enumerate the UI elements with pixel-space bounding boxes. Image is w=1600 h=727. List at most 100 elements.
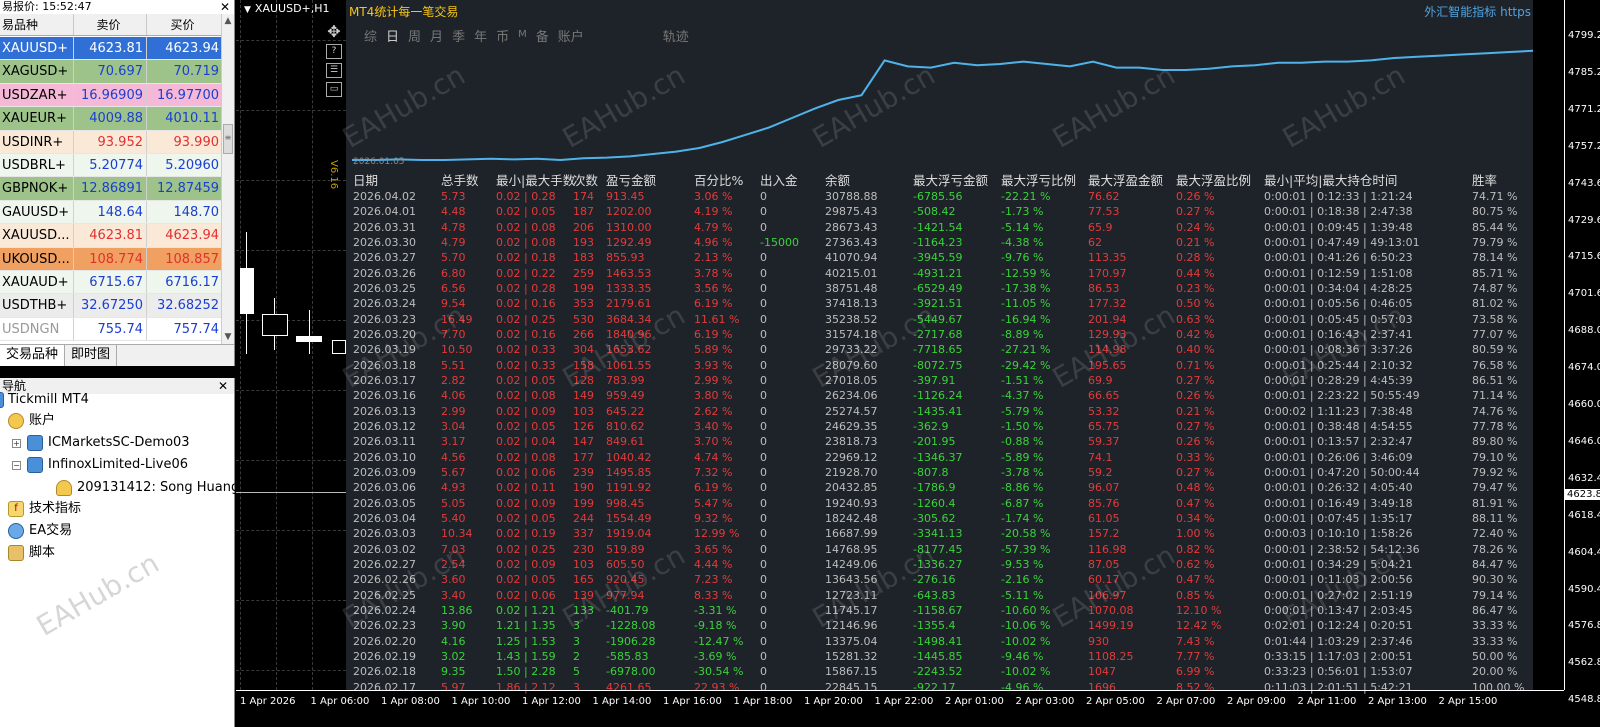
price-axis[interactable]: 4623.8 4799.25 4785.25 4771.25 4757.25 4743.…: [1564, 0, 1600, 705]
quote-bid: 4623.81: [74, 224, 147, 247]
tab-magic[interactable]: M: [518, 26, 527, 45]
nav-scripts[interactable]: 脚本: [8, 543, 55, 563]
price-chart[interactable]: ▼ XAUUSD+,H1 V6.16 ✥ ? ☰ ▭ MT4统计每一笔交易 外汇智…: [236, 0, 1600, 727]
chart-menu-icon[interactable]: ▼: [244, 5, 251, 15]
quote-row[interactable]: USDBRL+ 5.20774 5.20960: [0, 153, 222, 178]
time-axis[interactable]: 1 Apr 2026 1 Apr 06:00 1 Apr 08:00 1 Apr 10…: [236, 690, 1564, 727]
navigator-close-icon[interactable]: ✕: [218, 379, 228, 393]
nav-account-item[interactable]: 209131412: Song Huang: [56, 478, 239, 498]
scroll-thumb[interactable]: ≡: [223, 124, 233, 154]
stats-cell: 1202.00: [606, 205, 652, 219]
nav-indicators[interactable]: f 技术指标: [8, 499, 81, 519]
stats-row: 2026.03.02 7.03 0.02 | 0.25 230 519.89 3.65 %…: [346, 542, 1533, 557]
stats-cell: 37418.13: [825, 297, 878, 311]
tab-month[interactable]: 月: [430, 26, 443, 45]
quote-row[interactable]: XAUEUR+ 4009.88 4010.11: [0, 107, 222, 131]
stats-col-header[interactable]: 最大浮亏比例: [1001, 173, 1076, 189]
tab-quarter[interactable]: 季: [452, 26, 465, 45]
tab-year[interactable]: 年: [474, 26, 487, 45]
tab-tick-chart[interactable]: 即时图: [65, 345, 118, 366]
stats-cell: -11.05 %: [1001, 297, 1051, 311]
scroll-down-icon[interactable]: ▼: [222, 330, 234, 344]
stats-cell: 86.51 %: [1472, 373, 1518, 387]
stats-col-header[interactable]: 最小|最大手数: [496, 173, 575, 189]
menu-icon[interactable]: ☰: [326, 63, 342, 78]
stats-col-header[interactable]: 百分比%: [694, 173, 743, 189]
tab-track[interactable]: 轨迹: [663, 26, 689, 45]
market-watch-close-icon[interactable]: ✕: [220, 0, 230, 14]
tab-day[interactable]: 日: [386, 26, 399, 45]
stats-cell: 41070.94: [825, 251, 878, 265]
y-tick-label: 4729.65: [1568, 214, 1600, 226]
help-icon[interactable]: ?: [326, 44, 342, 59]
nav-server-2[interactable]: − InfinoxLimited-Live06: [12, 455, 188, 475]
stats-cell: 0:00:01 | 0:38:48 | 4:54:55: [1264, 419, 1413, 433]
tab-symbols[interactable]: 交易品种: [0, 345, 66, 366]
stats-cell: 0: [760, 266, 767, 280]
quote-row[interactable]: USDNGN 755.74 757.74: [0, 317, 222, 342]
quote-row[interactable]: XAUAUD+ 6715.67 6716.17: [0, 270, 222, 295]
stats-col-header[interactable]: 最大浮亏金额: [913, 173, 988, 189]
stats-col-header[interactable]: 最大浮盈金额: [1088, 173, 1163, 189]
quote-row[interactable]: GBPNOK+ 12.86891 12.87459: [0, 177, 222, 201]
stats-cell: 0:00:01 | 0:05:56 | 0:46:05: [1264, 297, 1413, 311]
stats-col-header[interactable]: 最小|平均|最大持仓时间: [1264, 173, 1397, 189]
indicators-icon: f: [8, 501, 24, 517]
stats-col-header[interactable]: 日期: [353, 173, 378, 189]
tab-account[interactable]: 账户: [558, 26, 584, 45]
stats-cell: 0.63 %: [1176, 312, 1215, 326]
stats-cell: 21928.70: [825, 465, 878, 479]
stats-row: 2026.03.17 2.82 0.02 | 0.05 128 783.99 2.99 %…: [346, 373, 1533, 388]
stats-cell: -16.94 %: [1001, 312, 1051, 326]
quote-row[interactable]: USDINR+ 93.952 93.990: [0, 130, 222, 154]
nav-accounts[interactable]: 账户: [8, 411, 55, 431]
nav-root[interactable]: Tickmill MT4: [0, 390, 89, 410]
stats-cell: 0:33:23 | 0:56:01 | 1:53:07: [1264, 665, 1413, 679]
stats-cell: 7.77 %: [1176, 649, 1215, 663]
stats-col-header[interactable]: 胜率: [1472, 173, 1497, 189]
col-symbol[interactable]: 易品种: [0, 14, 74, 35]
quote-row[interactable]: XAUUSD+ 4623.81 4623.94: [0, 37, 222, 61]
stats-col-header[interactable]: 总手数: [441, 173, 479, 189]
equity-curve: [352, 49, 1533, 162]
scroll-up-icon[interactable]: ▲: [222, 14, 234, 28]
stats-cell: 2026.03.03: [353, 527, 416, 541]
stats-cell: 0:00:01 | 0:34:29 | 5:04:21: [1264, 557, 1413, 571]
quote-row[interactable]: GAUUSD+ 148.64 148.70: [0, 200, 222, 225]
expand-icon[interactable]: +: [12, 438, 21, 448]
stats-col-header[interactable]: 盈亏金额: [606, 173, 656, 189]
stats-col-header[interactable]: 出入金: [760, 173, 798, 189]
stats-col-header[interactable]: 余额: [825, 173, 850, 189]
tab-currency[interactable]: 币: [496, 26, 509, 45]
stats-cell: 2026.03.11: [353, 435, 416, 449]
candle-wick: [246, 314, 247, 354]
quote-row[interactable]: XAGUSD+ 70.697 70.719: [0, 60, 222, 84]
market-watch-tabs: 交易品种 即时图: [0, 344, 234, 366]
col-ask[interactable]: 买价: [147, 14, 222, 35]
quote-row[interactable]: XAUUSD... 4623.81 4623.94: [0, 224, 222, 248]
quote-bid: 16.96909: [74, 83, 147, 107]
minimize-icon[interactable]: ▭: [326, 82, 342, 97]
stats-cell: 0.34 %: [1176, 511, 1215, 525]
col-bid[interactable]: 卖价: [74, 14, 147, 35]
y-tick-label: 4548.85: [1568, 694, 1600, 706]
collapse-icon[interactable]: −: [12, 460, 21, 470]
panel-link[interactable]: 外汇智能指标 https: [1424, 3, 1531, 20]
quote-row[interactable]: UKOUSD... 108.774 108.857: [0, 247, 222, 271]
stats-cell: 2.99 %: [694, 373, 733, 387]
quote-row[interactable]: USDZAR+ 16.96909 16.97700: [0, 83, 222, 108]
market-watch-scrollbar[interactable]: ▲ ≡ ▼: [221, 14, 234, 344]
stats-col-header[interactable]: 次数: [573, 173, 598, 189]
move-icon[interactable]: ✥: [326, 24, 342, 40]
tab-week[interactable]: 周: [408, 26, 421, 45]
stats-cell: 77.07 %: [1472, 327, 1518, 341]
tab-note[interactable]: 备: [536, 26, 549, 45]
nav-ea[interactable]: EA交易: [8, 521, 72, 541]
stats-cell: -1445.85: [913, 649, 963, 663]
tab-summary[interactable]: 综: [364, 26, 377, 45]
quote-row[interactable]: USDTHB+ 32.67250 32.68252: [0, 294, 222, 318]
stats-row: 2026.03.03 10.34 0.02 | 0.19 337 1919.04 12.9…: [346, 526, 1533, 541]
stats-cell: 2026.03.17: [353, 373, 416, 387]
nav-server-1[interactable]: + ICMarketsSC-Demo03: [12, 433, 190, 453]
stats-col-header[interactable]: 最大浮盈比例: [1176, 173, 1251, 189]
